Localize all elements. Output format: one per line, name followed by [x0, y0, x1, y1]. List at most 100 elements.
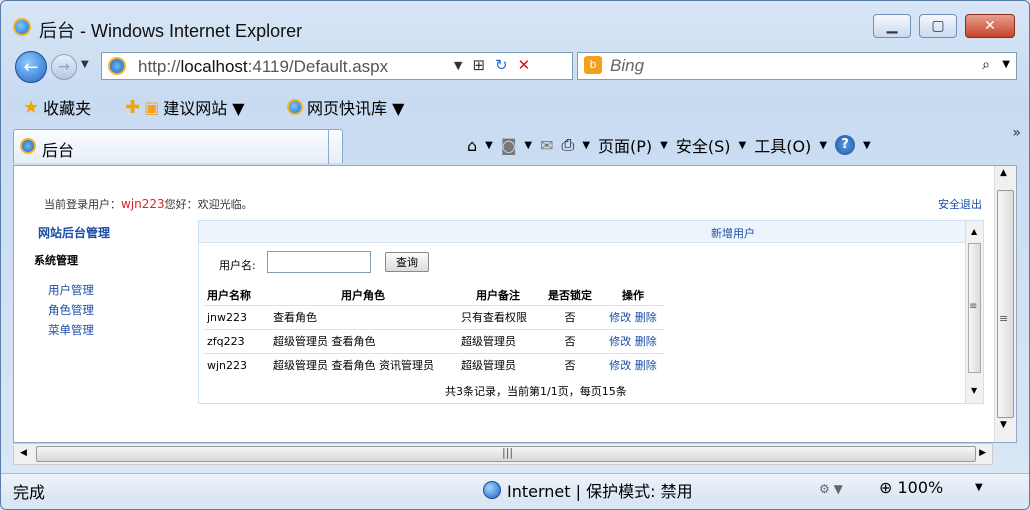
feeds-icon[interactable]: ◙ [501, 136, 517, 155]
address-bar[interactable]: http://localhost:4119/Default.aspx ▼ ⊞ ↻… [101, 52, 573, 80]
col-actions: 操作 [622, 288, 644, 302]
suggested-sites-button[interactable]: ✚ ▣ 建议网站 ▼ [125, 95, 245, 119]
tools-menu[interactable]: 工具(O) [754, 133, 811, 157]
back-button[interactable]: ← [15, 51, 47, 83]
edit-link[interactable]: 修改 [609, 359, 631, 372]
scroll-down-icon[interactable]: ▼ [971, 386, 977, 395]
add-favorite-icon: ✚ [125, 96, 141, 118]
horizontal-grip-icon: ||| [502, 446, 514, 459]
zoom-dropdown-icon[interactable]: ▼ [975, 482, 983, 493]
print-dropdown-icon[interactable]: ▼ [582, 140, 590, 151]
scroll-left-icon[interactable]: ◀ [20, 448, 27, 458]
delete-link[interactable]: 删除 [635, 359, 657, 372]
page-menu[interactable]: 页面(P) [598, 133, 652, 157]
page-scroll-down-icon[interactable]: ▼ [1000, 420, 1007, 430]
cell-username: jnw223 [203, 304, 269, 329]
content-frame: 新增用户 用户名: 查询 用户名称 用户角色 用户备注 是否锁定 操作 jnw2… [198, 220, 984, 404]
logout-link[interactable]: 安全退出 [938, 196, 982, 212]
scroll-right-icon[interactable]: ▶ [979, 448, 986, 458]
window-title: 后台 - Windows Internet Explorer [39, 21, 303, 41]
forward-arrow-icon: → [58, 59, 70, 75]
scroll-grip-icon: ≡ [969, 301, 978, 312]
security-zone[interactable]: Internet | 保护模式: 禁用 [483, 478, 693, 502]
page-dropdown-icon[interactable]: ▼ [660, 140, 668, 151]
zoom-icon: ⊕ [879, 478, 893, 497]
address-url[interactable]: http://localhost:4119/Default.aspx [138, 57, 388, 77]
back-arrow-icon: ← [23, 56, 39, 78]
col-username: 用户名称 [207, 288, 251, 302]
print-icon[interactable]: ⎙ [562, 135, 575, 155]
protected-mode-icon[interactable]: ⚙ ▼ [819, 482, 843, 496]
menu-user-management[interactable]: 用户管理 [48, 280, 94, 300]
minimize-button[interactable]: ▁ [873, 14, 911, 38]
star-icon: ★ [23, 96, 40, 118]
stop-icon[interactable]: ✕ [518, 56, 531, 74]
compatibility-view-icon[interactable]: ⊞ [472, 56, 485, 74]
tools-dropdown-icon[interactable]: ▼ [819, 140, 827, 151]
edit-link[interactable]: 修改 [609, 335, 631, 348]
history-dropdown-icon[interactable]: ▼ [81, 59, 89, 70]
cell-role: 超级管理员 查看角色 资讯管理员 [269, 352, 457, 377]
feeds-dropdown-icon[interactable]: ▼ [524, 140, 532, 151]
edit-link[interactable]: 修改 [609, 311, 631, 324]
col-locked: 是否锁定 [548, 288, 592, 302]
col-role: 用户角色 [341, 288, 385, 302]
welcome-message: 当前登录用户：wjn223您好：欢迎光临。 [44, 197, 253, 211]
favorites-button[interactable]: ★ 收藏夹 [23, 95, 91, 119]
home-icon[interactable]: ⌂ [467, 136, 477, 155]
query-button[interactable]: 查询 [385, 252, 429, 272]
system-management-heading: 系统管理 [34, 254, 78, 267]
help-dropdown-icon[interactable]: ▼ [863, 140, 871, 151]
current-user: wjn223 [121, 197, 165, 211]
page-scroll-up-icon[interactable]: ▲ [1000, 168, 1007, 178]
address-dropdown-icon[interactable]: ▼ [454, 59, 462, 72]
scroll-up-icon[interactable]: ▲ [971, 227, 977, 236]
close-icon: ✕ [984, 18, 996, 34]
pagination-info: 共3条记录，当前第1/1页，每页15条 [445, 385, 627, 398]
help-icon[interactable]: ? [835, 135, 856, 155]
col-note: 用户备注 [476, 288, 520, 302]
username-input[interactable] [267, 251, 371, 273]
cell-locked: 否 [539, 328, 601, 353]
table-header-row: 用户名称 用户角色 用户备注 是否锁定 操作 [203, 285, 665, 305]
menu-role-management[interactable]: 角色管理 [48, 300, 94, 320]
username-label: 用户名: [219, 259, 256, 272]
users-table: 用户名称 用户角色 用户备注 是否锁定 操作 jnw223 查看角色 只有查看权… [203, 285, 665, 377]
add-user-link[interactable]: 新增用户 [711, 225, 755, 241]
site-admin-title: 网站后台管理 [38, 226, 111, 240]
search-icon[interactable]: ⌕ [982, 57, 990, 73]
cell-actions: 修改 删除 [601, 328, 665, 353]
home-dropdown-icon[interactable]: ▼ [485, 140, 493, 151]
forward-button[interactable]: → [51, 54, 77, 80]
tab-row: 后台 ⌂ ▼ ◙ ▼ ✉ ⎙ ▼ 页面(P) ▼ 安全(S) ▼ 工具(O) ▼ ? ▼ » [1, 125, 1029, 164]
new-tab-button[interactable] [328, 130, 356, 164]
page-scroll-thumb[interactable] [997, 190, 1014, 418]
bing-logo-icon: b [584, 56, 602, 74]
address-tools: ▼ ⊞ ↻ ✕ [454, 56, 530, 74]
delete-link[interactable]: 删除 [635, 335, 657, 348]
more-commands-icon[interactable]: » [1012, 125, 1021, 141]
frame-vertical-scrollbar[interactable]: ▲ ≡ ▼ [965, 221, 983, 403]
zoom-level[interactable]: ⊕ 100% [879, 478, 943, 497]
safety-menu[interactable]: 安全(S) [676, 133, 731, 157]
safety-dropdown-icon[interactable]: ▼ [739, 140, 747, 151]
tab-backend[interactable]: 后台 [13, 129, 343, 164]
page-vertical-scrollbar[interactable]: ▲ ≡ ▼ [994, 166, 1016, 442]
maximize-button[interactable]: ▢ [919, 14, 957, 38]
delete-link[interactable]: 删除 [635, 311, 657, 324]
refresh-icon[interactable]: ↻ [495, 56, 508, 74]
cell-locked: 否 [539, 352, 601, 377]
search-dropdown-icon[interactable]: ▼ [1002, 59, 1010, 70]
cell-actions: 修改 删除 [601, 352, 665, 377]
ie-small-icon [287, 99, 303, 115]
table-row: jnw223 查看角色 只有查看权限 否 修改 删除 [203, 304, 665, 329]
web-slice-gallery-button[interactable]: 网页快讯库 ▼ [287, 95, 404, 119]
close-button[interactable]: ✕ [965, 14, 1015, 38]
search-box[interactable]: b Bing ⌕ ▼ [577, 52, 1017, 80]
search-placeholder: Bing [610, 56, 645, 75]
horizontal-scrollbar[interactable]: ◀ ||| ▶ [13, 443, 993, 465]
menu-menu-management[interactable]: 菜单管理 [48, 320, 94, 340]
mail-icon[interactable]: ✉ [540, 136, 553, 155]
cell-note: 超级管理员 [457, 328, 539, 353]
cell-note: 只有查看权限 [457, 304, 539, 329]
